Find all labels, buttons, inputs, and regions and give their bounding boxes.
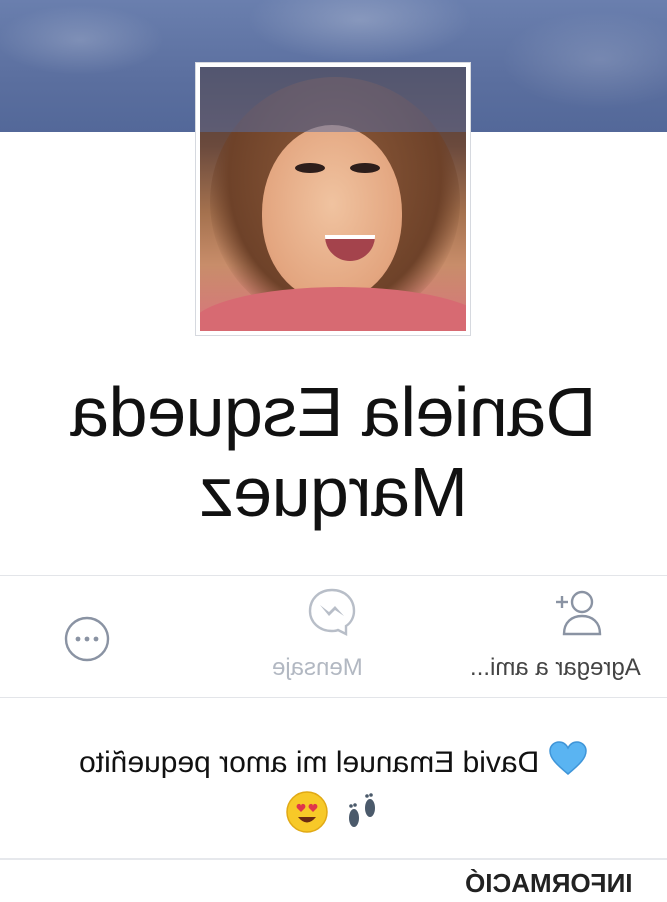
heart-eyes-icon: [286, 791, 329, 833]
add-friend-icon: [556, 590, 602, 636]
more-button[interactable]: [40, 576, 140, 696]
profile-tabs: INFORMACIÓ: [0, 858, 667, 902]
more-icon: [64, 616, 110, 662]
profile-name-line1: Daniela Esqueda: [70, 373, 597, 451]
profile-name-line2: Marquez: [199, 453, 468, 531]
footprints-icon: [348, 793, 375, 827]
message-button[interactable]: Mensaje: [250, 576, 420, 696]
tab-info[interactable]: INFORMACIÓ: [465, 868, 633, 899]
add-friend-button[interactable]: Agregar a ami...: [470, 576, 667, 696]
bio-text: David Emanuel mi amor pequeñito: [79, 746, 540, 779]
blue-heart-icon: [549, 741, 587, 775]
bio: David Emanuel mi amor pequeñito: [0, 740, 667, 784]
profile-name: Daniela Esqueda Marquez: [0, 372, 667, 532]
divider-bottom: [0, 697, 667, 698]
tab-info-label: INFORMACIÓ: [465, 868, 633, 898]
add-friend-label: Agregar a ami...: [470, 654, 641, 681]
action-bar: Mensaje Agregar a ami...: [0, 576, 667, 696]
cover-overlay: [200, 67, 466, 132]
messenger-icon: [308, 588, 356, 636]
bio-emojis: [0, 790, 667, 834]
message-label: Mensaje: [272, 654, 363, 681]
